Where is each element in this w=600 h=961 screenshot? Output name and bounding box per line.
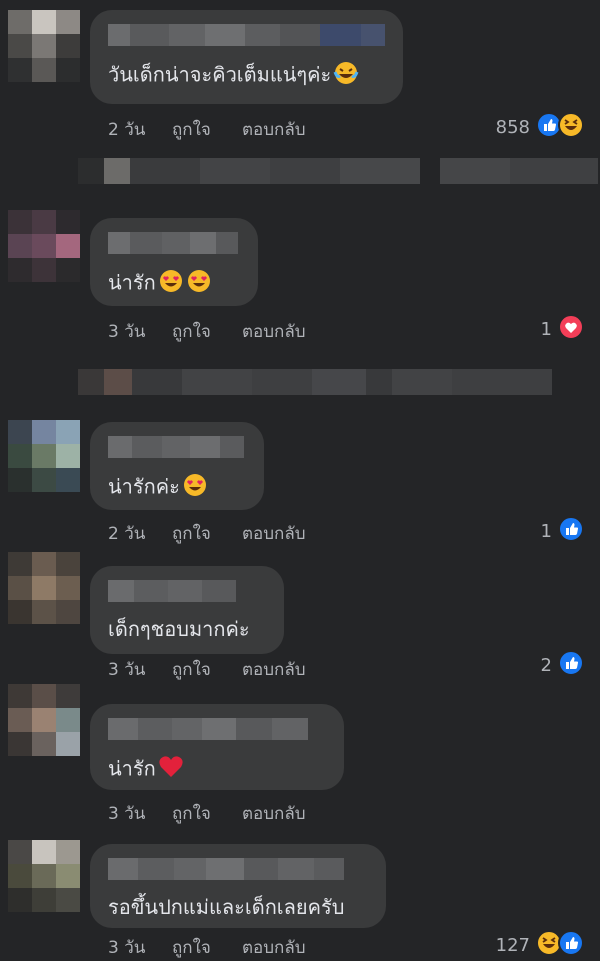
comment-bubble: รอขึ้นปกแม่และเด็กเลยครับ	[90, 844, 386, 928]
reaction-summary[interactable]: 127	[496, 930, 584, 961]
author-name-blurred[interactable]	[108, 232, 240, 254]
reaction-summary[interactable]: 1	[541, 314, 584, 345]
reaction-count: 1	[540, 319, 552, 340]
heart-eyes-emoji	[182, 472, 208, 504]
reply-preview-blurred[interactable]	[78, 157, 598, 185]
comment-bubble: น่ารัก	[90, 218, 258, 306]
avatar[interactable]	[8, 210, 80, 282]
heart-eyes-emoji	[158, 268, 184, 300]
reply-button[interactable]: ตอบกลับ	[242, 934, 306, 961]
comment-bubble: น่ารักค่ะ	[90, 422, 264, 510]
avatar[interactable]	[8, 10, 80, 82]
comment-bubble: วันเด็กน่าจะคิวเต็มแน่ๆค่ะ	[90, 10, 403, 104]
reply-button[interactable]: ตอบกลับ	[242, 800, 306, 827]
like-button[interactable]: ถูกใจ	[172, 520, 242, 547]
reaction-count: 127	[495, 935, 530, 956]
comment-text: เด็กๆชอบมากค่ะ	[108, 617, 250, 641]
comment-time[interactable]: 3 วัน	[108, 934, 172, 961]
like-reaction-icon	[558, 930, 584, 961]
reply-preview-blurred[interactable]	[78, 368, 552, 396]
reply-button[interactable]: ตอบกลับ	[242, 116, 306, 143]
reaction-summary[interactable]: 858	[496, 112, 584, 143]
reaction-summary[interactable]: 1	[541, 516, 584, 547]
avatar[interactable]	[8, 552, 80, 624]
haha-reaction-icon	[558, 112, 584, 143]
heart-eyes-emoji	[186, 268, 212, 300]
comments-feed: วันเด็กน่าจะคิวเต็มแน่ๆค่ะ 2 วัน ถูกใจ ต…	[0, 0, 600, 961]
author-name-blurred[interactable]	[108, 718, 326, 740]
comment-time[interactable]: 3 วัน	[108, 800, 172, 827]
red-heart-emoji	[158, 754, 184, 786]
comment-meta: 3 วัน ถูกใจ ตอบกลับ	[108, 800, 306, 827]
reaction-count: 2	[540, 655, 552, 676]
author-name-blurred[interactable]	[108, 436, 246, 458]
like-reaction-icon	[558, 516, 584, 547]
avatar[interactable]	[8, 684, 80, 756]
laugh-tears-emoji	[333, 60, 359, 92]
like-button[interactable]: ถูกใจ	[172, 116, 242, 143]
comment-meta: 3 วัน ถูกใจ ตอบกลับ	[108, 934, 306, 961]
comment-time[interactable]: 3 วัน	[108, 656, 172, 683]
like-button[interactable]: ถูกใจ	[172, 656, 242, 683]
reaction-count: 1	[540, 521, 552, 542]
author-name-blurred[interactable]	[108, 580, 266, 602]
like-button[interactable]: ถูกใจ	[172, 800, 242, 827]
author-name-blurred[interactable]	[108, 858, 368, 880]
reply-button[interactable]: ตอบกลับ	[242, 520, 306, 547]
reaction-summary[interactable]: 2	[541, 650, 584, 681]
comment-text: น่ารักค่ะ	[108, 472, 246, 504]
reply-button[interactable]: ตอบกลับ	[242, 318, 306, 345]
comment-meta: 3 วัน ถูกใจ ตอบกลับ	[108, 318, 306, 345]
comment-meta: 2 วัน ถูกใจ ตอบกลับ	[108, 116, 306, 143]
like-reaction-icon	[558, 650, 584, 681]
reaction-count: 858	[495, 117, 530, 138]
love-reaction-icon	[558, 314, 584, 345]
comment-time[interactable]: 2 วัน	[108, 520, 172, 547]
comment-time[interactable]: 2 วัน	[108, 116, 172, 143]
comment-text: น่ารัก	[108, 268, 240, 300]
comment-bubble: น่ารัก	[90, 704, 344, 790]
comment-bubble: เด็กๆชอบมากค่ะ	[90, 566, 284, 654]
like-button[interactable]: ถูกใจ	[172, 318, 242, 345]
avatar[interactable]	[8, 420, 80, 492]
comment-time[interactable]: 3 วัน	[108, 318, 172, 345]
avatar[interactable]	[8, 840, 80, 912]
comment-meta: 3 วัน ถูกใจ ตอบกลับ	[108, 656, 306, 683]
like-button[interactable]: ถูกใจ	[172, 934, 242, 961]
reply-button[interactable]: ตอบกลับ	[242, 656, 306, 683]
comment-text: รอขึ้นปกแม่และเด็กเลยครับ	[108, 895, 345, 919]
comment-text: น่ารัก	[108, 754, 326, 786]
comment-text: วันเด็กน่าจะคิวเต็มแน่ๆค่ะ	[108, 60, 385, 92]
comment-meta: 2 วัน ถูกใจ ตอบกลับ	[108, 520, 306, 547]
author-name-blurred[interactable]	[108, 24, 386, 46]
